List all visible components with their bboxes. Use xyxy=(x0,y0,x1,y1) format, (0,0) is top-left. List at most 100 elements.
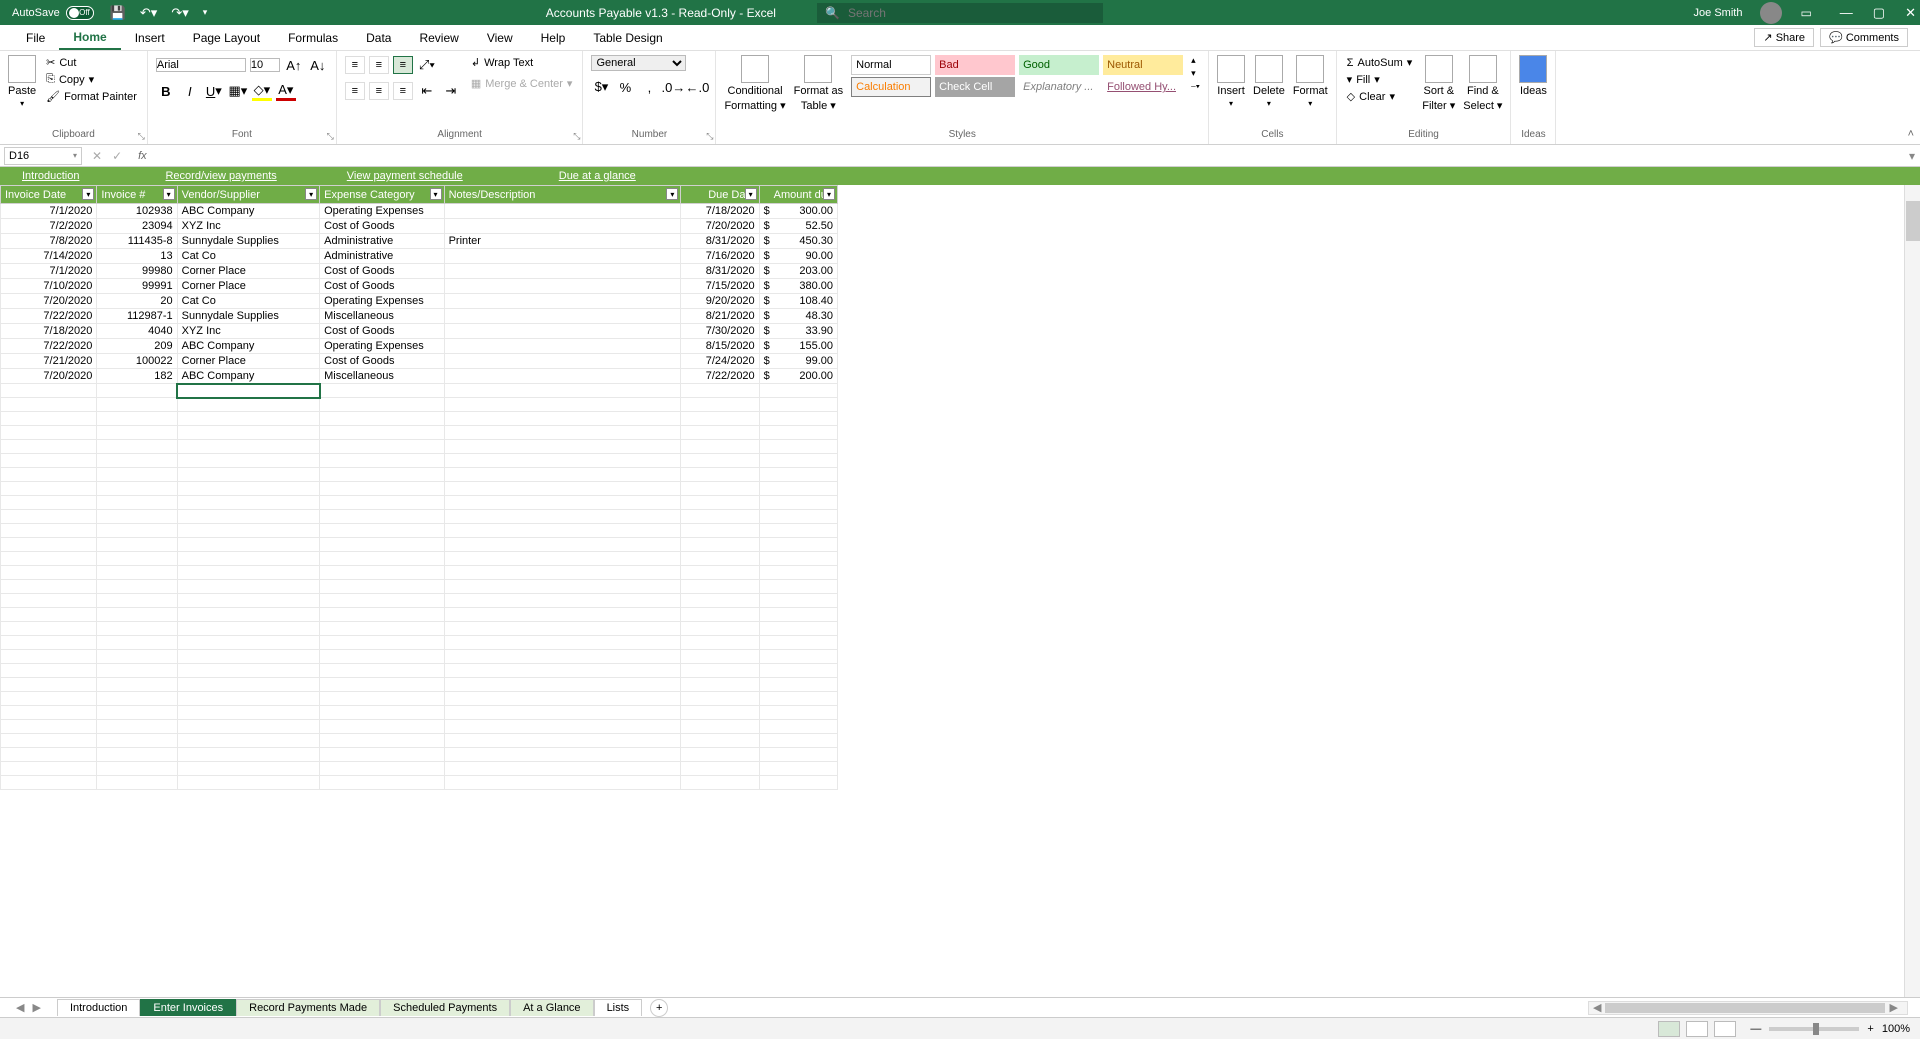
normal-view-icon[interactable] xyxy=(1658,1021,1680,1037)
cell-amount[interactable]: $300.00 xyxy=(759,204,837,219)
increase-indent-icon[interactable]: ⇥ xyxy=(441,81,461,101)
cell-vendor[interactable]: Sunnydale Supplies xyxy=(177,234,320,249)
clear-button[interactable]: ◇ Clear ▾ xyxy=(1345,89,1415,104)
table-row[interactable] xyxy=(1,412,838,426)
tab-help[interactable]: Help xyxy=(527,25,580,50)
wrap-text-button[interactable]: ↲ Wrap Text xyxy=(469,55,575,70)
style-normal[interactable]: Normal xyxy=(851,55,931,75)
cell-vendor[interactable] xyxy=(177,384,320,398)
sort-filter-button[interactable]: Sort &Filter ▾ xyxy=(1422,55,1455,112)
table-row[interactable] xyxy=(1,398,838,412)
cell-invoice-date[interactable]: 7/8/2020 xyxy=(1,234,97,249)
cell-amount[interactable]: $203.00 xyxy=(759,264,837,279)
cell-invoice-num[interactable]: 20 xyxy=(97,294,177,309)
cell-vendor[interactable]: XYZ Inc xyxy=(177,324,320,339)
cell-vendor[interactable]: Cat Co xyxy=(177,249,320,264)
table-row[interactable] xyxy=(1,636,838,650)
cell-notes[interactable] xyxy=(444,309,681,324)
cut-button[interactable]: ✂ Cut xyxy=(44,55,139,70)
save-icon[interactable]: 💾 xyxy=(110,5,126,21)
insert-cells-button[interactable]: Insert▾ xyxy=(1217,55,1245,108)
sheet-tab-scheduled-payments[interactable]: Scheduled Payments xyxy=(380,999,510,1016)
font-name-select[interactable] xyxy=(156,58,246,72)
cell-amount[interactable]: $99.00 xyxy=(759,354,837,369)
cell-due-date[interactable]: 8/31/2020 xyxy=(681,234,759,249)
table-row[interactable] xyxy=(1,454,838,468)
cell-due-date[interactable]: 7/18/2020 xyxy=(681,204,759,219)
cell-due-date[interactable]: 7/16/2020 xyxy=(681,249,759,264)
header-due-date[interactable]: Due Date▾ xyxy=(681,186,759,204)
decrease-decimal-icon[interactable]: ←.0 xyxy=(687,77,707,97)
table-row[interactable] xyxy=(1,650,838,664)
cell-notes[interactable] xyxy=(444,294,681,309)
cell-category[interactable]: Cost of Goods xyxy=(320,324,444,339)
tab-file[interactable]: File xyxy=(12,25,59,50)
underline-icon[interactable]: U▾ xyxy=(204,81,224,101)
table-row[interactable] xyxy=(1,440,838,454)
header-invoice-num[interactable]: Invoice #▾ xyxy=(97,186,177,204)
cell-invoice-num[interactable]: 111435-8 xyxy=(97,234,177,249)
formula-input[interactable] xyxy=(153,147,1904,165)
invoices-table[interactable]: Invoice Date▾ Invoice #▾ Vendor/Supplier… xyxy=(0,185,838,790)
cell-amount[interactable]: $155.00 xyxy=(759,339,837,354)
cell-amount[interactable]: $52.50 xyxy=(759,219,837,234)
ribbon-display-icon[interactable]: ▭ xyxy=(1800,6,1811,20)
fill-color-icon[interactable]: ◇▾ xyxy=(252,81,272,101)
font-size-select[interactable] xyxy=(250,58,280,72)
table-row[interactable] xyxy=(1,776,838,790)
fx-icon[interactable]: fx xyxy=(138,150,147,162)
cell-invoice-num[interactable]: 100022 xyxy=(97,354,177,369)
clipboard-dialog-launcher-icon[interactable]: ⤡ xyxy=(138,131,145,142)
cell-category[interactable]: Operating Expenses xyxy=(320,204,444,219)
cell-vendor[interactable]: Corner Place xyxy=(177,279,320,294)
cell-invoice-date[interactable] xyxy=(1,384,97,398)
table-row[interactable]: 7/20/202020Cat CoOperating Expenses9/20/… xyxy=(1,294,838,309)
nav-due-glance[interactable]: Due at a glance xyxy=(559,170,636,182)
header-invoice-date[interactable]: Invoice Date▾ xyxy=(1,186,97,204)
cell-invoice-num[interactable]: 182 xyxy=(97,369,177,384)
tab-home[interactable]: Home xyxy=(59,25,120,50)
search-box[interactable]: 🔍 xyxy=(817,3,1103,23)
table-row[interactable]: 7/1/2020102938ABC CompanyOperating Expen… xyxy=(1,204,838,219)
comma-format-icon[interactable]: , xyxy=(639,77,659,97)
format-painter-button[interactable]: 🖌 Format Painter xyxy=(44,89,139,104)
hscroll-left-icon[interactable]: ◀ xyxy=(1589,1001,1605,1014)
cell-vendor[interactable]: ABC Company xyxy=(177,339,320,354)
zoom-slider[interactable] xyxy=(1769,1027,1859,1031)
table-row[interactable] xyxy=(1,468,838,482)
table-row[interactable]: 7/8/2020111435-8Sunnydale SuppliesAdmini… xyxy=(1,234,838,249)
sheet-tab-at-a-glance[interactable]: At a Glance xyxy=(510,999,593,1016)
cell-category[interactable]: Cost of Goods xyxy=(320,354,444,369)
cell-category[interactable] xyxy=(320,384,444,398)
close-icon[interactable]: ✕ xyxy=(1905,5,1916,21)
scrollbar-thumb[interactable] xyxy=(1906,201,1920,241)
cell-notes[interactable] xyxy=(444,264,681,279)
filter-icon[interactable]: ▾ xyxy=(163,188,175,200)
cell-invoice-num[interactable]: 4040 xyxy=(97,324,177,339)
cell-invoice-date[interactable]: 7/20/2020 xyxy=(1,369,97,384)
table-row[interactable]: 7/21/2020100022Corner PlaceCost of Goods… xyxy=(1,354,838,369)
cell-category[interactable]: Cost of Goods xyxy=(320,279,444,294)
cell-due-date[interactable]: 7/30/2020 xyxy=(681,324,759,339)
style-good[interactable]: Good xyxy=(1019,55,1099,75)
table-row[interactable] xyxy=(1,566,838,580)
styles-scroll-up-icon[interactable]: ▴ xyxy=(1191,55,1200,66)
cell-invoice-num[interactable]: 23094 xyxy=(97,219,177,234)
style-explanatory[interactable]: Explanatory ... xyxy=(1019,77,1099,97)
collapse-ribbon-icon[interactable]: ˄ xyxy=(1908,128,1914,140)
table-row[interactable]: 7/18/20204040XYZ IncCost of Goods7/30/20… xyxy=(1,324,838,339)
cell-vendor[interactable]: XYZ Inc xyxy=(177,219,320,234)
cell-invoice-date[interactable]: 7/22/2020 xyxy=(1,309,97,324)
tab-view[interactable]: View xyxy=(473,25,527,50)
cell-vendor[interactable]: Corner Place xyxy=(177,354,320,369)
cell-due-date[interactable] xyxy=(681,384,759,398)
alignment-dialog-launcher-icon[interactable]: ⤡ xyxy=(573,131,580,142)
cell-notes[interactable] xyxy=(444,354,681,369)
cell-invoice-num[interactable] xyxy=(97,384,177,398)
cell-category[interactable]: Administrative xyxy=(320,234,444,249)
table-row[interactable]: 7/22/2020112987-1Sunnydale SuppliesMisce… xyxy=(1,309,838,324)
cell-due-date[interactable]: 7/20/2020 xyxy=(681,219,759,234)
name-box[interactable]: D16▾ xyxy=(4,147,82,165)
align-bottom-icon[interactable]: ≡ xyxy=(393,56,413,74)
decrease-font-icon[interactable]: A↓ xyxy=(308,55,328,75)
